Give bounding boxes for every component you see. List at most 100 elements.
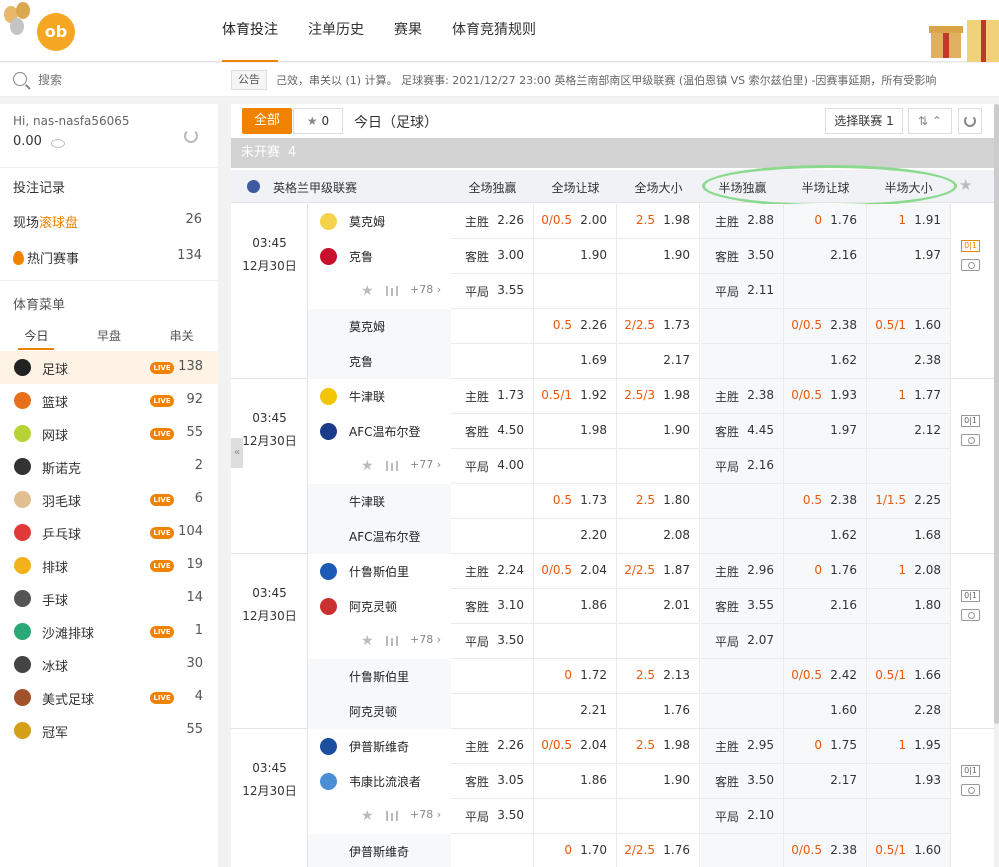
odds-cell[interactable]: 2.16 [784, 589, 867, 624]
odds-cell[interactable]: 平局 3.55 [451, 274, 534, 309]
odds-cell[interactable]: 平局 3.50 [451, 799, 534, 834]
odds-cell[interactable]: 1.62 [784, 344, 867, 379]
odds-cell[interactable]: 1.68 [867, 519, 951, 554]
sport-item[interactable]: 斯诺克 2 [0, 450, 218, 483]
odds-cell[interactable] [701, 519, 784, 554]
odds-cell[interactable]: 客胜 4.45 [701, 414, 784, 449]
favorite-star-icon[interactable]: ★ [361, 458, 374, 474]
league-name[interactable]: 英格兰甲级联赛 [273, 179, 357, 196]
pitch-icon[interactable] [961, 609, 980, 621]
scoreboard-icon[interactable]: 0|1 [961, 415, 980, 427]
odds-cell[interactable]: 0.5 1.73 [534, 484, 617, 519]
pitch-icon[interactable] [961, 434, 980, 446]
odds-cell[interactable]: 0 1.72 [534, 659, 617, 694]
search-input[interactable] [38, 70, 208, 90]
odds-cell[interactable]: 客胜 3.50 [701, 764, 784, 799]
odds-cell[interactable]: 1.98 [534, 414, 617, 449]
odds-cell[interactable]: 1.90 [617, 764, 700, 799]
away-team[interactable]: 韦康比流浪者 [308, 764, 451, 799]
favorites-button[interactable]: ★ 0 [293, 108, 343, 134]
odds-cell[interactable]: 1.93 [867, 764, 951, 799]
odds-cell[interactable]: 1.86 [534, 589, 617, 624]
odds-cell[interactable]: 0 1.76 [784, 554, 867, 589]
odds-cell[interactable]: 1 2.08 [867, 554, 951, 589]
odds-cell[interactable]: 1.97 [784, 414, 867, 449]
odds-cell[interactable] [617, 274, 700, 309]
odds-cell[interactable]: 0/0.5 2.42 [784, 659, 867, 694]
odds-cell[interactable]: 客胜 3.10 [451, 589, 534, 624]
odds-cell[interactable]: 客胜 3.50 [701, 239, 784, 274]
odds-cell[interactable]: 0/0.5 2.04 [534, 729, 617, 764]
sport-item[interactable]: 排球 LIVE 19 [0, 549, 218, 582]
notice-marquee[interactable]: 己效，串关以 (1) 计算。 足球赛事: 2021/12/27 23:00 英格… [276, 72, 996, 88]
bet-record-link[interactable]: 投注记录 [13, 177, 65, 196]
odds-cell[interactable]: 0/0.5 1.93 [784, 379, 867, 414]
odds-cell[interactable]: 0/0.5 2.04 [534, 554, 617, 589]
odds-cell[interactable] [701, 309, 784, 344]
sports-tab-2[interactable]: 串关 [164, 324, 200, 350]
refresh-balance-icon[interactable] [184, 129, 198, 143]
hot-events-link[interactable]: 热门赛事 [13, 248, 79, 267]
odds-cell[interactable] [451, 834, 534, 867]
league-favorite-star-icon[interactable]: ★ [959, 176, 972, 194]
more-markets-link[interactable]: +77 › [410, 458, 441, 471]
odds-cell[interactable]: 1.62 [784, 519, 867, 554]
home-team[interactable]: 什鲁斯伯里 [308, 554, 451, 589]
odds-cell[interactable]: 1.90 [617, 414, 700, 449]
odds-cell[interactable]: 0.5/1 1.60 [867, 309, 951, 344]
odds-cell[interactable] [784, 449, 867, 484]
more-markets-link[interactable]: +78 › [410, 808, 441, 821]
search-icon[interactable] [13, 72, 27, 86]
odds-cell[interactable] [701, 659, 784, 694]
odds-cell[interactable] [451, 484, 534, 519]
odds-cell[interactable]: 2.20 [534, 519, 617, 554]
stats-bars-icon[interactable] [386, 811, 398, 821]
odds-cell[interactable]: 0 1.76 [784, 204, 867, 239]
live-betting-link[interactable]: 现场滚球盘 [13, 212, 78, 231]
odds-cell[interactable]: 0/0.5 2.38 [784, 834, 867, 867]
odds-cell[interactable]: 客胜 3.05 [451, 764, 534, 799]
sport-item[interactable]: 网球 LIVE 55 [0, 417, 218, 450]
odds-cell[interactable]: 2.08 [617, 519, 700, 554]
odds-cell[interactable]: 平局 2.07 [701, 624, 784, 659]
favorite-star-icon[interactable]: ★ [361, 283, 374, 299]
favorite-star-icon[interactable]: ★ [361, 808, 374, 824]
odds-cell[interactable]: 2.5 1.98 [617, 204, 700, 239]
away-team[interactable]: AFC温布尔登 [308, 414, 451, 449]
odds-cell[interactable]: 主胜 1.73 [451, 379, 534, 414]
sport-item[interactable]: 沙滩排球 LIVE 1 [0, 615, 218, 648]
odds-cell[interactable]: 主胜 2.26 [451, 729, 534, 764]
odds-cell[interactable]: 2.12 [867, 414, 951, 449]
odds-cell[interactable]: 2.38 [867, 344, 951, 379]
odds-cell[interactable] [534, 624, 617, 659]
odds-cell[interactable]: 1.97 [867, 239, 951, 274]
odds-cell[interactable] [617, 624, 700, 659]
odds-cell[interactable] [451, 694, 534, 729]
odds-cell[interactable]: 2.28 [867, 694, 951, 729]
odds-cell[interactable]: 2/2.5 1.73 [617, 309, 700, 344]
refresh-button[interactable] [958, 108, 982, 134]
odds-cell[interactable]: 客胜 4.50 [451, 414, 534, 449]
scoreboard-icon[interactable]: 0|1 [961, 590, 980, 602]
odds-cell[interactable] [701, 834, 784, 867]
odds-cell[interactable] [451, 659, 534, 694]
sports-tab-1[interactable]: 早盘 [91, 324, 127, 350]
section-header[interactable]: 未开赛 4 [231, 138, 994, 168]
odds-cell[interactable]: 平局 2.10 [701, 799, 784, 834]
odds-cell[interactable]: 平局 2.11 [701, 274, 784, 309]
odds-cell[interactable]: 2.5/3 1.98 [617, 379, 700, 414]
odds-cell[interactable] [867, 449, 951, 484]
odds-cell[interactable]: 0.5/1 1.92 [534, 379, 617, 414]
odds-cell[interactable]: 0 1.70 [534, 834, 617, 867]
stats-bars-icon[interactable] [386, 461, 398, 471]
odds-cell[interactable]: 2/2.5 1.76 [617, 834, 700, 867]
odds-cell[interactable]: 平局 2.16 [701, 449, 784, 484]
odds-cell[interactable] [451, 309, 534, 344]
odds-cell[interactable]: 1.90 [617, 239, 700, 274]
away-team[interactable]: 阿克灵顿 [308, 589, 451, 624]
odds-cell[interactable]: 主胜 2.88 [701, 204, 784, 239]
more-markets-link[interactable]: +78 › [410, 283, 441, 296]
odds-cell[interactable] [701, 344, 784, 379]
more-markets-link[interactable]: +78 › [410, 633, 441, 646]
odds-cell[interactable]: 2.17 [784, 764, 867, 799]
